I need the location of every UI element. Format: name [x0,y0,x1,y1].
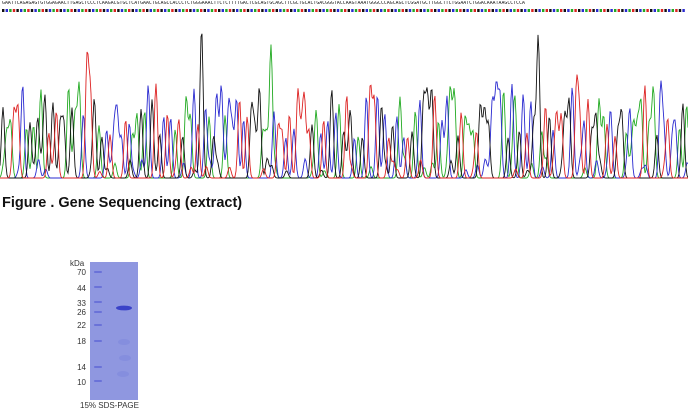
protein-band [116,305,132,311]
gel-marker-label: 18 [77,337,86,346]
gel-unit-label: kDa [70,259,85,268]
ladder-band [94,380,102,382]
gel-caption: 15% SDS-PAGE [80,401,139,410]
gel-marker-label: 33 [77,299,86,308]
gel-panel: kDa 70 44 33 26 22 18 14 10 15% SDS-PAGE [62,255,182,415]
gel-image [90,262,138,400]
ladder-band [94,301,102,303]
ladder-band [94,366,102,368]
faint-band [118,339,130,345]
gel-marker-label: 44 [77,284,86,293]
faint-band [117,371,129,377]
gel-marker-label: 70 [77,268,86,277]
ladder-band [94,324,102,326]
faint-band [119,355,131,361]
ladder-band [94,311,102,313]
gel-marker-label: 10 [77,378,86,387]
chromatogram-trace [0,33,688,179]
gel-marker-label: 22 [77,321,86,330]
figure-caption: Figure . Gene Sequencing (extract) [2,195,243,211]
ladder-band [94,271,102,273]
ladder-band [94,286,102,288]
gel-background [90,262,138,400]
ladder-band [94,340,102,342]
gel-marker-label: 26 [77,308,86,317]
gel-marker-label: 14 [77,363,86,372]
sequencing-panel: GAATTCAGAGAGTGTGGAGAACTTGAGCTCCCTCAAGACG… [0,0,688,185]
trace-t [0,51,688,179]
